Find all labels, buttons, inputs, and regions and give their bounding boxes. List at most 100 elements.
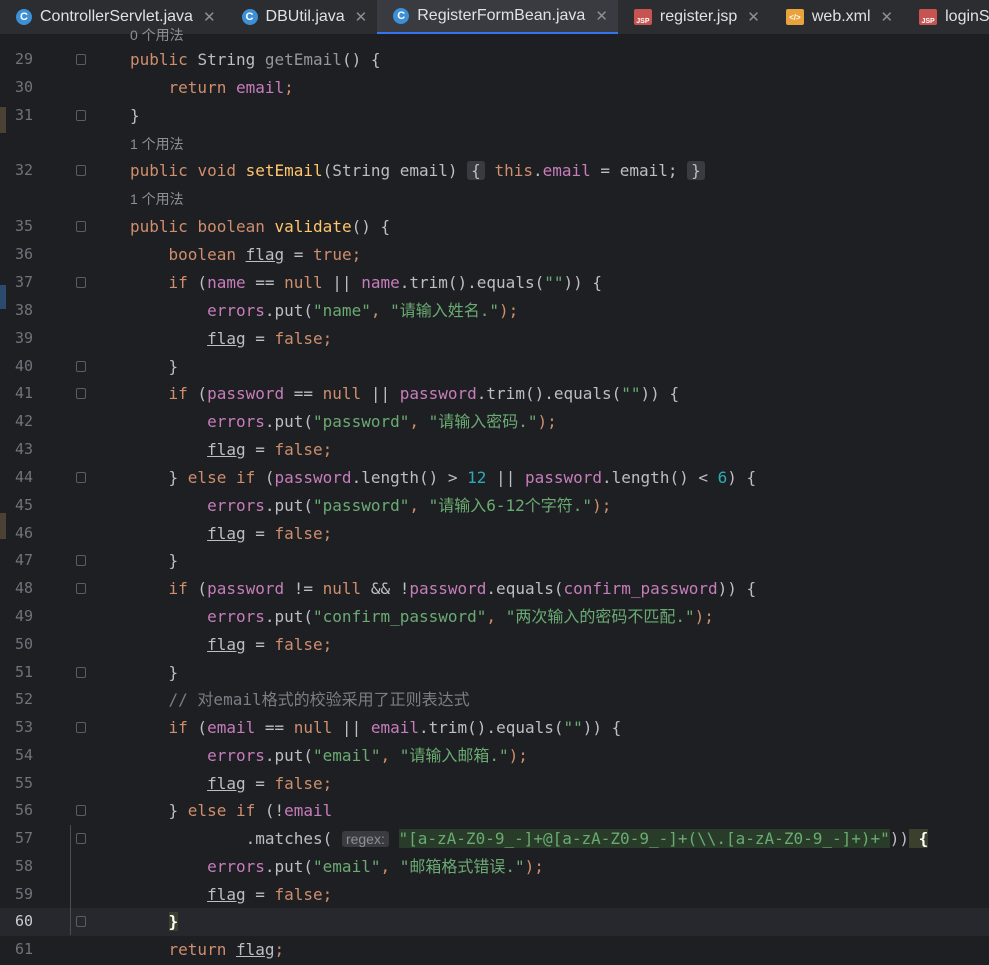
code-text: boolean flag = true; <box>168 245 362 264</box>
usage-hint[interactable]: 1 个用法 <box>130 187 184 211</box>
code-line: 42 errors.put("password", "请输入密码."); <box>0 408 989 436</box>
code-line: 37 if (name == null || name.trim().equal… <box>0 269 989 297</box>
code-line: 50 flag = false; <box>0 631 989 659</box>
fold-icon[interactable] <box>76 54 86 65</box>
fold-icon[interactable] <box>76 277 86 288</box>
fold-icon[interactable] <box>76 583 86 594</box>
code-line: 52 // 对email格式的校验采用了正则表达式 <box>0 686 989 714</box>
line-number: 39 <box>14 329 33 347</box>
tab-label: loginSuccess. <box>945 8 989 25</box>
line-number: 46 <box>14 524 33 542</box>
code-text: return flag; <box>168 940 285 959</box>
tab-dbutil[interactable]: C DBUtil.java ✕ <box>226 0 378 34</box>
jsp-file-icon: JSP <box>633 9 652 25</box>
code-text: } <box>168 357 179 376</box>
fold-icon[interactable] <box>76 667 86 678</box>
tab-label: DBUtil.java <box>265 8 345 25</box>
code-text: if (password != null && !password.equals… <box>168 579 757 598</box>
fold-icon[interactable] <box>76 916 86 927</box>
xml-file-icon: </> <box>785 9 804 25</box>
code-text: } <box>168 551 179 570</box>
java-class-icon: C <box>16 9 32 25</box>
line-number: 61 <box>14 940 33 958</box>
line-number: 51 <box>14 663 33 681</box>
usage-hint[interactable]: 0 个用法 <box>130 23 184 47</box>
line-number: 53 <box>14 718 33 736</box>
code-line: 41 if (password == null || password.trim… <box>0 380 989 408</box>
line-number: 41 <box>14 384 33 402</box>
code-line: 32 public void setEmail(String email) { … <box>0 157 989 185</box>
usage-hint[interactable]: 1 个用法 <box>130 132 184 156</box>
tab-label: RegisterFormBean.java <box>417 7 586 24</box>
line-number: 60 <box>14 912 33 930</box>
code-line: 45 errors.put("password", "请输入6-12个字符.")… <box>0 492 989 520</box>
close-icon[interactable]: ✕ <box>355 8 368 26</box>
code-text: flag = false; <box>207 885 333 904</box>
code-line: 40 } <box>0 353 989 381</box>
code-line: 39 flag = false; <box>0 325 989 353</box>
code-text: errors.put("password", "请输入密码."); <box>207 412 557 431</box>
line-number: 30 <box>14 78 33 96</box>
java-class-icon: C <box>393 8 410 24</box>
code-text: flag = false; <box>207 524 333 543</box>
code-line: 53 if (email == null || email.trim().equ… <box>0 714 989 742</box>
tab-login-success[interactable]: JSP loginSuccess. <box>903 0 989 34</box>
close-icon[interactable]: ✕ <box>881 8 894 26</box>
fold-icon[interactable] <box>76 805 86 816</box>
code-text: errors.put("confirm_password", "两次输入的密码不… <box>207 607 714 626</box>
java-class-icon: C <box>241 9 258 25</box>
fold-icon[interactable] <box>76 221 86 232</box>
code-line: 49 errors.put("confirm_password", "两次输入的… <box>0 603 989 631</box>
code-line: 35 public boolean validate() { <box>0 213 989 241</box>
line-number: 56 <box>14 801 33 819</box>
tab-controller-servlet[interactable]: C ControllerServlet.java ✕ <box>0 0 226 34</box>
tab-register-form-bean[interactable]: C RegisterFormBean.java ✕ <box>377 0 618 34</box>
line-number: 49 <box>14 607 33 625</box>
code-text: flag = false; <box>207 329 333 348</box>
code-text: } else if (password.length() > 12 || pas… <box>168 468 757 487</box>
line-number: 54 <box>14 746 33 764</box>
line-number: 59 <box>14 885 33 903</box>
code-line: 58 errors.put("email", "邮箱格式错误."); <box>0 853 989 881</box>
code-text: } else if (!email <box>168 801 333 820</box>
code-line: 38 errors.put("name", "请输入姓名."); <box>0 297 989 325</box>
line-number: 42 <box>14 412 33 430</box>
close-icon[interactable]: ✕ <box>595 7 608 25</box>
code-text: public boolean validate() { <box>130 217 391 236</box>
tab-register-jsp[interactable]: JSP register.jsp ✕ <box>618 0 770 34</box>
code-text: public String getEmail() { <box>130 50 381 69</box>
code-line-current: 60 } <box>0 908 989 936</box>
tab-label: register.jsp <box>659 8 738 25</box>
code-line: 57 .matches( regex: "[a-zA-Z0-9_-]+@[a-z… <box>0 825 989 853</box>
line-number: 50 <box>14 635 33 653</box>
code-line: 56 } else if (!email <box>0 797 989 825</box>
regex-param-hint: regex: <box>341 831 389 847</box>
line-number: 32 <box>14 161 33 179</box>
code-text: flag = false; <box>207 774 333 793</box>
code-line: 51 } <box>0 659 989 687</box>
fold-icon[interactable] <box>76 555 86 566</box>
code-line: 31 } <box>0 102 989 130</box>
code-line: 48 if (password != null && !password.equ… <box>0 575 989 603</box>
fold-icon[interactable] <box>76 833 86 844</box>
fold-icon[interactable] <box>76 110 86 121</box>
code-line: 59 flag = false; <box>0 881 989 909</box>
fold-icon[interactable] <box>76 388 86 399</box>
code-editor[interactable]: 0 个用法 29 public String getEmail() { 30 r… <box>0 27 989 965</box>
tab-web-xml[interactable]: </> web.xml ✕ <box>770 0 903 34</box>
code-text: flag = false; <box>207 635 333 654</box>
close-icon[interactable]: ✕ <box>747 8 760 26</box>
fold-icon[interactable] <box>76 361 86 372</box>
line-number: 48 <box>14 579 33 597</box>
indent-guide <box>70 825 71 935</box>
code-line: 36 boolean flag = true; <box>0 241 989 269</box>
fold-icon[interactable] <box>76 165 86 176</box>
line-number: 29 <box>14 50 33 68</box>
line-number: 58 <box>14 857 33 875</box>
fold-icon[interactable] <box>76 722 86 733</box>
fold-icon[interactable] <box>76 472 86 483</box>
line-number: 37 <box>14 273 33 291</box>
close-icon[interactable]: ✕ <box>203 8 216 26</box>
line-number: 31 <box>14 106 33 124</box>
line-number: 44 <box>14 468 33 486</box>
